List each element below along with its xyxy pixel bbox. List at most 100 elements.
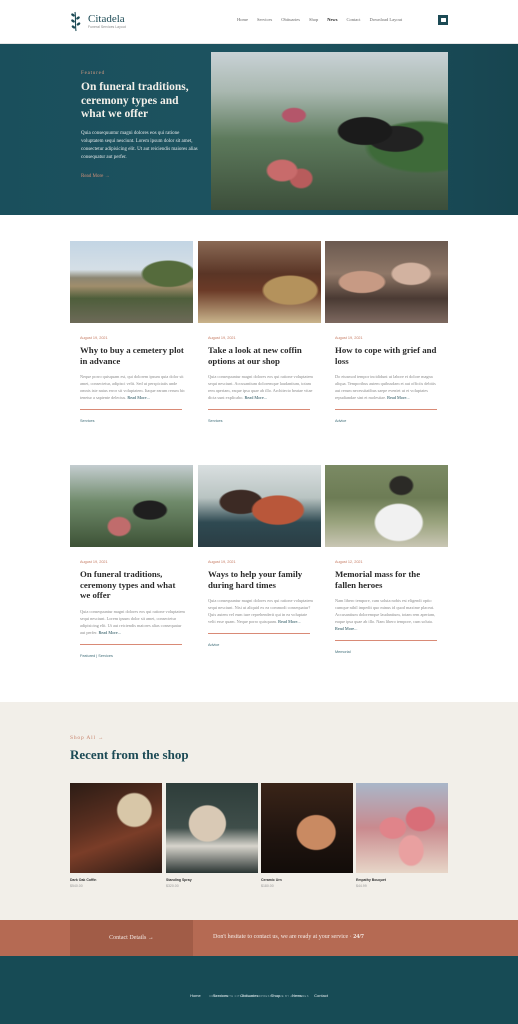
read-more-link[interactable]: Read More...: [245, 395, 267, 400]
product-name[interactable]: Standing Spray: [166, 878, 258, 882]
read-more-link[interactable]: Read More...: [335, 626, 357, 631]
read-more-link[interactable]: Read More...: [99, 630, 121, 635]
nav-shop[interactable]: Shop: [309, 17, 318, 22]
nav-obituaries[interactable]: Obituaries: [281, 17, 300, 22]
site-footer: Home Services Obituaries Shop News Conta…: [0, 956, 518, 1024]
contact-details-button[interactable]: Contact Details →: [70, 920, 193, 956]
footer-nav: Home Services Obituaries Shop News Conta…: [0, 982, 518, 1001]
read-more-link[interactable]: Read More...: [278, 619, 300, 624]
product-image[interactable]: [166, 783, 258, 873]
product-name[interactable]: Empathy Bouquet: [356, 878, 448, 882]
post-category[interactable]: Memorial: [335, 650, 448, 654]
read-more-link[interactable]: Read More...: [127, 395, 149, 400]
product-image[interactable]: [261, 783, 353, 873]
briefcase-icon: [440, 18, 446, 22]
product-price: $180.00: [261, 884, 274, 888]
post-title[interactable]: Ways to help your family during hard tim…: [208, 569, 313, 590]
nav-download-layout[interactable]: Download Layout: [370, 17, 403, 22]
post-excerpt: Quia consequuntur magni dolores eos qui …: [208, 373, 313, 401]
divider: [80, 643, 182, 645]
post-excerpt: Nam libero tempore, cum soluta nobis est…: [335, 597, 440, 632]
post-title[interactable]: Why to buy a cemetery plot in advance: [80, 345, 185, 366]
nav-news[interactable]: News: [327, 17, 337, 22]
hero-excerpt: Quia consequuntur magni dolores eos qui …: [81, 130, 198, 160]
cta-message: Don't hesitate to contact us, we are rea…: [213, 934, 354, 940]
post-image[interactable]: [325, 465, 448, 547]
post-image[interactable]: [325, 241, 448, 323]
product-name[interactable]: Ceramic Urn: [261, 878, 353, 882]
post-excerpt: Neque porro quisquam est, qui dolorem ip…: [80, 373, 185, 401]
brand-name: Citadela: [88, 12, 125, 25]
post-date: August 19, 2021: [208, 560, 236, 564]
post-category[interactable]: Advice: [335, 419, 448, 423]
product-price: $540.00: [70, 884, 83, 888]
post-excerpt: Quia consequuntur magni dolores eos qui …: [208, 597, 313, 625]
post-category[interactable]: Featured | Services: [80, 654, 193, 658]
featured-hero: Featured On funeral traditions, ceremony…: [0, 44, 518, 215]
product-image[interactable]: [356, 783, 448, 873]
main-nav: Home Services Obituaries Shop News Conta…: [237, 17, 411, 22]
post-card: August 12, 2021 Memorial mass for the fa…: [325, 465, 448, 654]
post-image[interactable]: [70, 241, 193, 323]
post-date: August 19, 2021: [335, 336, 363, 340]
divider: [335, 640, 437, 641]
post-card: August 19, 2021 How to cope with grief a…: [325, 241, 448, 423]
footer-credit: CREATED WITH CITADELA WORDPRESS THEME BY…: [209, 995, 309, 998]
post-image[interactable]: [198, 241, 321, 323]
hero-image[interactable]: [211, 52, 448, 210]
nav-services[interactable]: Services: [257, 17, 272, 22]
post-title[interactable]: Memorial mass for the fallen heroes: [335, 569, 440, 590]
nav-home[interactable]: Home: [237, 17, 248, 22]
excerpt-text: Nam libero tempore, cum soluta nobis est…: [335, 598, 436, 624]
post-date: August 19, 2021: [208, 336, 236, 340]
post-category[interactable]: Services: [80, 419, 193, 423]
post-title[interactable]: Take a look at new coffin options at our…: [208, 345, 313, 366]
hero-title[interactable]: On funeral traditions, ceremony types an…: [81, 81, 199, 122]
post-card: August 19, 2021 Ways to help your family…: [198, 465, 321, 647]
product-name[interactable]: Dark Oak Coffin: [70, 878, 162, 882]
site-header: Citadela Funeral Services Layout Home Se…: [0, 0, 518, 44]
post-date: August 12, 2021: [335, 560, 363, 564]
contact-cta: Contact Details → Don't hesitate to cont…: [0, 920, 518, 956]
posts-grid: August 19, 2021 Why to buy a cemetery pl…: [0, 215, 518, 702]
cart-button[interactable]: [438, 15, 448, 25]
post-category[interactable]: Advice: [208, 643, 321, 647]
divider: [80, 409, 182, 410]
shop-all-link[interactable]: Shop All →: [70, 735, 104, 741]
post-card: August 19, 2021 Why to buy a cemetery pl…: [70, 241, 193, 423]
post-card: August 19, 2021 Take a look at new coffi…: [198, 241, 321, 423]
excerpt-text: Quia consequuntur magni dolores eos qui …: [80, 608, 185, 635]
post-image[interactable]: [70, 465, 193, 547]
logo[interactable]: Citadela Funeral Services Layout: [70, 10, 126, 32]
divider: [208, 409, 310, 410]
post-title[interactable]: How to cope with grief and loss: [335, 345, 440, 366]
brand-tagline: Funeral Services Layout: [88, 24, 126, 29]
leaf-logo-icon: [71, 11, 81, 32]
post-card: August 19, 2021 On funeral traditions, c…: [70, 465, 193, 658]
post-excerpt: Quia consequuntur magni dolores eos qui …: [80, 608, 185, 636]
post-title[interactable]: On funeral traditions, ceremony types an…: [80, 569, 185, 601]
divider: [335, 409, 437, 410]
product-card[interactable]: Dark Oak Coffin $540.00: [70, 783, 162, 888]
read-more-link[interactable]: Read More...: [387, 395, 409, 400]
shop-section: Shop All → Recent from the shop Dark Oak…: [0, 702, 518, 920]
product-image[interactable]: [70, 783, 162, 873]
hero-read-more-link[interactable]: Read More →: [81, 174, 110, 179]
product-price: $44.99: [356, 884, 367, 888]
post-date: August 19, 2021: [80, 336, 108, 340]
product-card[interactable]: Standing Spray $320.00: [166, 783, 258, 888]
cta-text: Don't hesitate to contact us, we are rea…: [213, 934, 364, 940]
excerpt-text: Do eiusmod tempor incididunt ut labore e…: [335, 374, 436, 400]
cta-highlight: 24/7: [353, 934, 364, 940]
post-category[interactable]: Services: [208, 419, 321, 423]
post-date: August 19, 2021: [80, 560, 108, 564]
post-excerpt: Do eiusmod tempor incididunt ut labore e…: [335, 373, 440, 401]
divider: [208, 633, 310, 634]
shop-title: Recent from the shop: [70, 747, 189, 762]
hero-kicker: Featured: [81, 71, 105, 76]
post-image[interactable]: [198, 465, 321, 547]
product-price: $320.00: [166, 884, 179, 888]
nav-contact[interactable]: Contact: [347, 17, 361, 22]
product-card[interactable]: Ceramic Urn $180.00: [261, 783, 353, 888]
product-card[interactable]: Empathy Bouquet $44.99: [356, 783, 448, 888]
